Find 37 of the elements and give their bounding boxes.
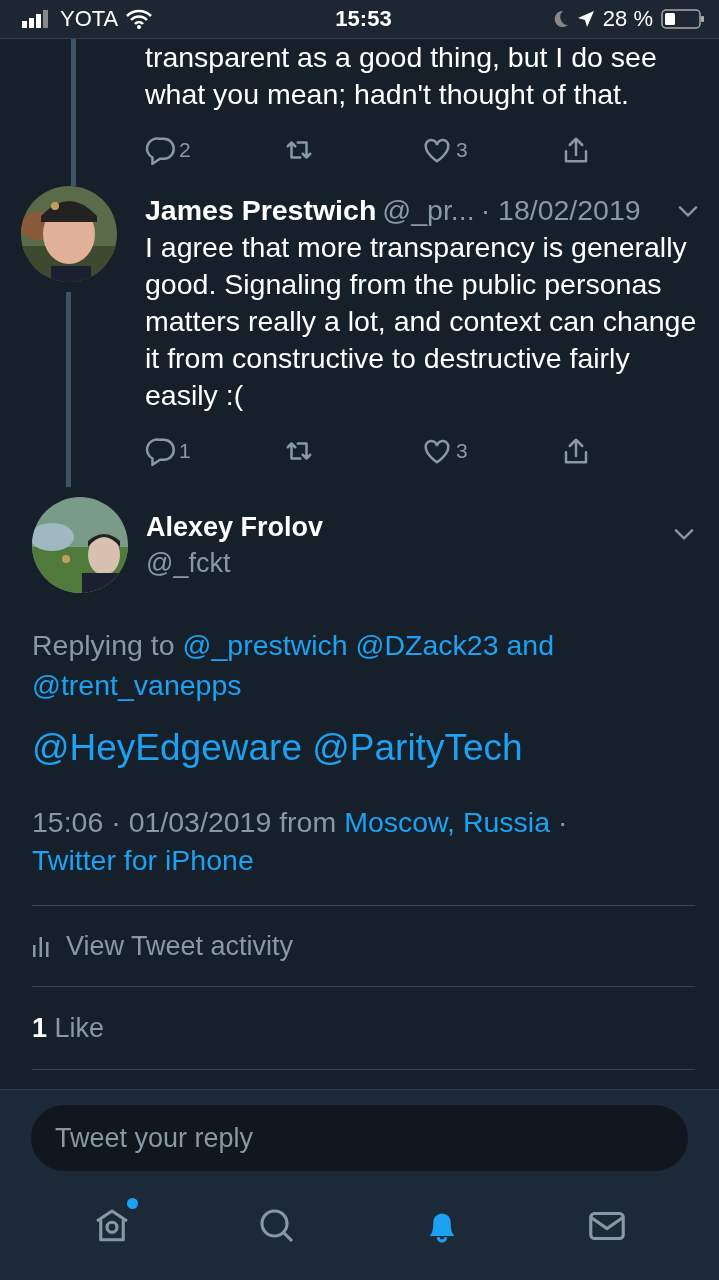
replying-to-text: Replying to @_prestwich @DZack23 and @trent_vanepps — [32, 628, 556, 703]
mention-link[interactable]: @DZack23 — [355, 629, 499, 661]
author-name[interactable]: Alexey Frolov — [146, 509, 324, 545]
mention-link[interactable]: @ParityTech — [312, 727, 523, 768]
reply-icon[interactable] — [145, 134, 175, 165]
tweet-text-line: what you mean; hadn't thought of that. — [145, 77, 630, 112]
author-name[interactable]: James Prestwich — [145, 192, 377, 229]
battery-percent: 28 % — [602, 6, 653, 32]
location-link[interactable]: Moscow, Russia — [344, 806, 551, 838]
battery-icon — [661, 9, 705, 29]
moon-icon — [552, 10, 569, 28]
chevron-down-icon[interactable] — [677, 203, 699, 218]
reply-count: 1 — [179, 438, 191, 464]
bar-chart-icon[interactable] — [32, 935, 50, 957]
mention-link[interactable]: @_prestwich — [182, 629, 348, 661]
view-activity-link[interactable]: View Tweet activity — [66, 930, 294, 962]
tweet-date: · 18/02/2019 — [480, 193, 641, 228]
tweet-text: I agree that more transparency is generally good. Signaling from the public personas matters really a lot, and context can change it from constructive to destructive fairly easily :( — [145, 230, 698, 413]
chevron-down-icon[interactable] — [673, 527, 695, 541]
like-count: 3 — [456, 137, 468, 163]
reply-input[interactable]: Tweet your reply — [31, 1105, 688, 1171]
mention-link[interactable]: and — [506, 629, 555, 661]
reply-icon[interactable] — [145, 435, 175, 466]
author-handle: @_fckt — [146, 547, 232, 580]
reply-count: 2 — [179, 137, 191, 163]
location-arrow-icon — [576, 10, 595, 28]
clock: 15:53 — [335, 6, 392, 32]
tweet-meta: 15:06 · 01/03/2019 from Moscow, Russia · Twitter for iPhone — [32, 803, 695, 906]
author-handle: @_pr... — [382, 193, 475, 228]
source-link[interactable]: Twitter for iPhone — [32, 844, 254, 876]
wifi-icon — [126, 9, 153, 29]
tweet-text-line: transparent as a good thing, but I do see — [145, 40, 658, 75]
carrier-name: YOTA — [60, 6, 119, 32]
mention-link[interactable]: @HeyEdgeware — [32, 727, 302, 768]
mention-link[interactable]: @trent_vanepps — [32, 669, 242, 701]
like-count: 3 — [456, 438, 468, 464]
likes-count[interactable]: 1 Like — [32, 1012, 105, 1044]
